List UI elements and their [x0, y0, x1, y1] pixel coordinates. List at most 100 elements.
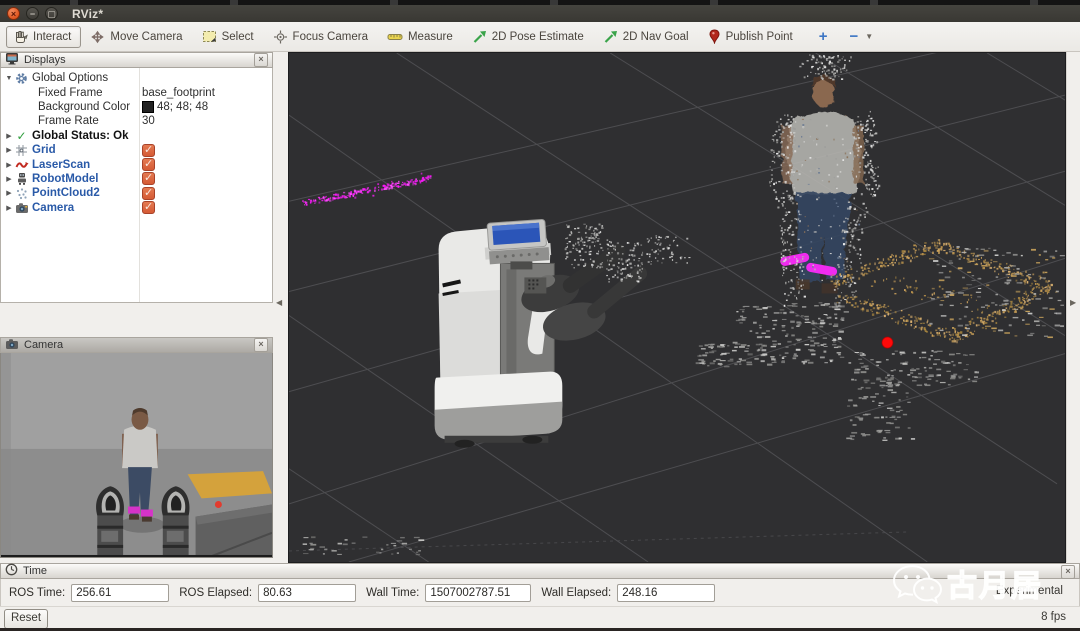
plus-icon: + — [818, 27, 828, 45]
ros-elapsed-input[interactable] — [258, 583, 357, 602]
displays-panel-title: Displays — [24, 54, 66, 66]
wall-time-input[interactable] — [425, 583, 532, 602]
camera-checkbox[interactable] — [142, 200, 155, 215]
tree-row-background-color[interactable]: Background Color 48; 48; 48 — [1, 100, 272, 114]
remove-tool-button[interactable]: − ▼ — [844, 28, 880, 46]
toolbar: Interact Move Camera Select Focus Camera… — [0, 22, 1080, 52]
titlebar: × − ▢ RViz* — [0, 5, 1080, 22]
map-pin-icon — [708, 29, 721, 44]
camera-render-view — [0, 353, 273, 558]
tree-row-pointcloud2[interactable]: PointCloud2 — [1, 186, 272, 200]
focus-camera-tool-button[interactable]: Focus Camera — [266, 26, 378, 48]
selection-box-icon — [202, 30, 217, 43]
tree-row-global-options[interactable]: Global Options — [1, 71, 272, 85]
camera-icon — [14, 201, 29, 214]
expander-icon[interactable] — [4, 75, 14, 82]
camera-panel: Camera — [0, 337, 273, 561]
expander-icon[interactable] — [4, 161, 14, 169]
ros-elapsed-field: ROS Elapsed: — [179, 583, 357, 602]
expander-icon[interactable] — [4, 146, 14, 154]
wall-time-field: Wall Time: — [366, 583, 532, 602]
robotmodel-checkbox[interactable] — [142, 171, 155, 186]
displays-panel-titlebar[interactable]: Displays — [0, 52, 273, 68]
tree-row-global-status[interactable]: ✓ Global Status: Ok — [1, 129, 272, 143]
pointcloud2-checkbox[interactable] — [142, 186, 155, 200]
tree-row-laserscan[interactable]: LaserScan — [1, 157, 272, 172]
measure-tool-button[interactable]: Measure — [380, 27, 463, 47]
grid-icon — [14, 144, 29, 157]
add-tool-button[interactable]: + — [813, 27, 834, 47]
expander-icon[interactable] — [4, 175, 14, 183]
chevron-down-icon: ▼ — [865, 32, 874, 41]
laser-scan-icon — [14, 158, 29, 171]
tree-row-fixed-frame[interactable]: Fixed Frame base_footprint — [1, 85, 272, 99]
background-color-value[interactable]: 48; 48; 48 — [142, 100, 208, 113]
tree-row-camera[interactable]: Camera — [1, 200, 272, 215]
time-panel-content: ROS Time: ROS Elapsed: Wall Time: Wall E… — [0, 579, 1080, 606]
ros-time-input[interactable] — [71, 583, 170, 602]
move-arrows-icon — [90, 30, 105, 44]
wall-elapsed-input[interactable] — [617, 583, 716, 602]
measure-tape-icon — [387, 31, 403, 43]
point-cloud-icon — [14, 187, 29, 200]
grid-lines — [289, 53, 1065, 562]
ros-time-field: ROS Time: — [9, 583, 170, 602]
gear-icon — [14, 72, 29, 85]
camera-red-marker — [214, 500, 222, 509]
window-maximize-button[interactable]: ▢ — [45, 7, 58, 20]
robot-model-icon — [14, 172, 29, 186]
render-view-3d[interactable] — [288, 52, 1066, 563]
fixed-frame-value[interactable]: base_footprint — [142, 87, 215, 99]
camera-gripper-right — [161, 486, 190, 557]
green-arrow-icon — [603, 30, 618, 44]
tree-row-grid[interactable]: Grid — [1, 143, 272, 157]
camera-icon — [5, 338, 19, 353]
nav-goal-tool-button[interactable]: 2D Nav Goal — [596, 26, 699, 48]
monitor-icon — [5, 52, 19, 68]
wall-elapsed-field: Wall Elapsed: — [541, 583, 716, 602]
close-icon[interactable] — [254, 53, 268, 67]
pose-estimate-tool-button[interactable]: 2D Pose Estimate — [465, 26, 594, 48]
time-panel-titlebar[interactable]: Time — [0, 563, 1080, 579]
close-icon[interactable] — [254, 338, 268, 352]
move-camera-tool-button[interactable]: Move Camera — [83, 26, 192, 48]
window-title: RViz* — [72, 6, 104, 21]
status-bar: Reset 8 fps — [0, 606, 1080, 629]
expand-right-icon[interactable]: ▶ — [1070, 298, 1076, 307]
panel-splitter[interactable]: ◀ — [273, 52, 288, 562]
status-ok-check-icon: ✓ — [16, 128, 27, 143]
time-panel-title: Time — [23, 565, 48, 577]
fps-counter: 8 fps — [1041, 611, 1066, 623]
color-swatch — [142, 100, 154, 113]
camera-panel-titlebar[interactable]: Camera — [0, 337, 273, 353]
expander-icon[interactable] — [4, 204, 14, 212]
window-minimize-button[interactable]: − — [26, 7, 39, 20]
reset-button[interactable]: Reset — [4, 609, 48, 629]
window-close-button[interactable]: × — [7, 7, 20, 20]
tree-row-robotmodel[interactable]: RobotModel — [1, 171, 272, 186]
ros-elapsed-label: ROS Elapsed: — [179, 586, 253, 599]
publish-point-tool-button[interactable]: Publish Point — [701, 25, 803, 48]
collapsed-views-panel[interactable]: ▶ — [1066, 52, 1080, 562]
focus-crosshair-icon — [273, 30, 288, 44]
frame-rate-value[interactable]: 30 — [142, 115, 155, 127]
rviz-window: × − ▢ RViz* Interact Move Camera Select … — [0, 0, 1080, 631]
minus-icon: − — [849, 27, 859, 45]
close-icon[interactable] — [1061, 565, 1075, 579]
ros-time-label: ROS Time: — [9, 586, 66, 599]
clock-icon — [5, 563, 18, 579]
wall-time-label: Wall Time: — [366, 586, 420, 599]
collapse-left-icon[interactable]: ◀ — [276, 298, 282, 307]
select-tool-button[interactable]: Select — [195, 26, 264, 47]
expander-icon[interactable] — [4, 132, 14, 140]
green-arrow-icon — [472, 30, 487, 44]
tree-row-frame-rate[interactable]: Frame Rate 30 — [1, 114, 272, 128]
grid-checkbox[interactable] — [142, 143, 155, 157]
hand-icon — [13, 30, 28, 44]
expander-icon[interactable] — [4, 189, 14, 197]
displays-panel: Displays Global Options Fixed Frame base… — [0, 52, 273, 383]
interact-tool-button[interactable]: Interact — [6, 25, 82, 48]
wall-elapsed-label: Wall Elapsed: — [541, 586, 612, 599]
laserscan-checkbox[interactable] — [142, 157, 155, 172]
camera-gripper-left — [96, 486, 124, 557]
